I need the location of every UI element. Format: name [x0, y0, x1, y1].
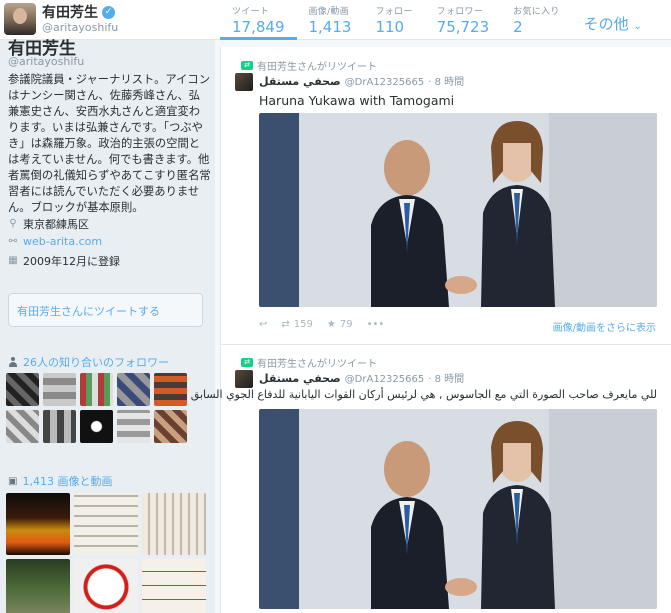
reply-icon: ↩	[259, 319, 268, 330]
profile-sidebar: 有田芳生 @aritayoshifu 参議院議員・ジャーナリスト。アイコンはナン…	[0, 39, 215, 613]
follower-avatar[interactable]	[6, 373, 39, 406]
header-name[interactable]: 有田芳生 ✓	[42, 2, 115, 22]
tab-media-count: 1,413	[308, 18, 352, 36]
retweet-context-text: 有田芳生さんがリツイート	[257, 62, 377, 73]
follower-avatar[interactable]	[6, 410, 39, 443]
tab-following-label: フォロー	[375, 7, 413, 17]
follower-avatar[interactable]	[43, 410, 76, 443]
tweet-item[interactable]: ⇄ 有田芳生さんがリツイート صحفي مستقل @DrA12325665 ·…	[221, 47, 671, 345]
header-handle: @aritayoshifu	[42, 21, 119, 34]
media-grid	[6, 493, 206, 613]
avatar[interactable]	[4, 3, 36, 35]
retweet-icon: ⇄	[241, 61, 253, 70]
tweet-time[interactable]: · 8 時間	[428, 73, 464, 88]
media-heading[interactable]: ▣ 1,413 画像と動画	[8, 473, 112, 489]
chevron-down-icon: ⌄	[633, 21, 642, 32]
photo-image	[259, 409, 657, 609]
tab-tweets[interactable]: ツイート 17,849	[220, 0, 297, 40]
location-text: 東京都練馬区	[23, 218, 89, 231]
more-media-link[interactable]: 画像/動画をさらに表示	[553, 319, 656, 334]
tab-favorites[interactable]: お気に入り 2	[501, 0, 572, 40]
media-thumbnail[interactable]	[142, 559, 206, 613]
joined-text: 2009年12月に登録	[23, 255, 120, 268]
profile-bio: 参議院議員・ジャーナリスト。アイコンはナンシー関さん、佐藤秀峰さん、弘兼憲史さん…	[8, 73, 211, 214]
tweet-item[interactable]: ⇄ 有田芳生さんがリツイート صحفي مستقل @DrA12325665 ·…	[190, 346, 671, 613]
tab-favorites-label: お気に入り	[513, 7, 560, 17]
profile-stats-nav: ツイート 17,849 画像/動画 1,413 フォロー 110 フォロワー 7…	[220, 0, 654, 40]
author-handle: @DrA12325665	[344, 374, 425, 385]
ellipsis-icon: •••	[366, 319, 385, 330]
profile-website[interactable]: ⚯ web-arita.com	[8, 235, 102, 248]
header-name-text: 有田芳生	[42, 5, 98, 21]
follower-avatar[interactable]	[43, 373, 76, 406]
tweet-timeline: ⇄ 有田芳生さんがリツイート صحفي مستقل @DrA12325665 ·…	[190, 47, 671, 613]
media-link[interactable]: 1,413 画像と動画	[22, 473, 112, 489]
avatar[interactable]	[235, 73, 253, 91]
profile-location: ⚲ 東京都練馬区	[8, 216, 89, 232]
more-menu-label: その他	[583, 15, 629, 33]
author-name: صحفي مستقل	[259, 372, 341, 385]
tab-favorites-count: 2	[513, 18, 523, 36]
retweet-count: 159	[293, 319, 313, 330]
retweet-context: ⇄ 有田芳生さんがリツイート	[241, 355, 377, 370]
media-thumbnail[interactable]	[74, 559, 138, 613]
retweet-action-icon: ⇄	[281, 319, 290, 330]
tweet-to-button[interactable]: 有田芳生さんにツイートする	[8, 293, 203, 327]
followers-you-know-grid	[6, 373, 187, 443]
tweet-text: Haruna Yukawa with Tamogami	[259, 93, 455, 108]
more-actions-button[interactable]: •••	[367, 319, 385, 330]
follower-avatar[interactable]	[117, 373, 150, 406]
tab-tweets-count: 17,849	[232, 18, 285, 36]
media-thumbnail[interactable]	[142, 493, 206, 555]
tweet-author[interactable]: صحفي مستقل @DrA12325665 · 8 時間	[259, 370, 464, 385]
media-thumbnail[interactable]	[6, 559, 70, 613]
reply-button[interactable]: ↩	[259, 319, 267, 330]
tab-tweets-label: ツイート	[232, 7, 270, 17]
profile-header-bar: 有田芳生 ✓ @aritayoshifu ツイート 17,849 画像/動画 1…	[0, 0, 671, 40]
tab-following-count: 110	[375, 18, 405, 36]
tweet-photo[interactable]	[259, 409, 657, 609]
tweet-actions: ↩ ⇄ 159 ★ 79 •••	[259, 319, 384, 330]
people-icon	[8, 357, 18, 367]
tab-media-label: 画像/動画	[308, 7, 350, 17]
avatar[interactable]	[235, 370, 253, 388]
media-thumbnail[interactable]	[6, 493, 70, 555]
follower-avatar[interactable]	[117, 410, 150, 443]
retweet-button[interactable]: ⇄ 159	[281, 319, 312, 330]
more-menu-button[interactable]: その他 ⌄	[572, 0, 654, 40]
location-pin-icon: ⚲	[9, 218, 17, 229]
tweet-time[interactable]: · 8 時間	[428, 370, 464, 385]
follower-avatar[interactable]	[154, 373, 187, 406]
tweet-photo[interactable]	[259, 113, 657, 307]
retweet-icon: ⇄	[241, 358, 253, 367]
author-name: صحفي مستقل	[259, 75, 341, 88]
tab-followers-count: 75,723	[436, 18, 490, 36]
tab-following[interactable]: フォロー 110	[363, 0, 424, 40]
favorite-count: 79	[339, 319, 353, 330]
followers-you-know-heading[interactable]: 26人の知り合いのフォロワー	[8, 354, 169, 370]
followers-you-know-link[interactable]: 26人の知り合いのフォロワー	[23, 354, 169, 370]
star-icon: ★	[326, 319, 336, 330]
follower-avatar[interactable]	[80, 373, 113, 406]
author-handle: @DrA12325665	[344, 77, 425, 88]
tweet-author[interactable]: صحفي مستقل @DrA12325665 · 8 時間	[259, 73, 464, 88]
camera-icon: ▣	[8, 475, 18, 487]
follower-avatar[interactable]	[154, 410, 187, 443]
photo-image	[259, 113, 657, 307]
profile-joined: ▦ 2009年12月に登録	[8, 253, 120, 269]
website-link[interactable]: web-arita.com	[23, 235, 102, 248]
tab-followers[interactable]: フォロワー 75,723	[425, 0, 502, 40]
verified-badge-icon: ✓	[102, 5, 115, 19]
link-icon: ⚯	[8, 235, 18, 247]
profile-handle[interactable]: @aritayoshifu	[8, 55, 84, 68]
tab-followers-label: フォロワー	[436, 7, 484, 17]
favorite-button[interactable]: ★ 79	[327, 319, 353, 330]
tweet-text: للي مايعرف صاحب الصورة التي مع الجاسوس ,…	[190, 388, 657, 401]
retweet-context-text: 有田芳生さんがリツイート	[257, 359, 377, 370]
tab-media[interactable]: 画像/動画 1,413	[297, 0, 364, 40]
media-thumbnail[interactable]	[74, 493, 138, 555]
follower-avatar[interactable]	[80, 410, 113, 443]
retweet-context: ⇄ 有田芳生さんがリツイート	[241, 58, 377, 73]
calendar-icon: ▦	[8, 255, 18, 266]
